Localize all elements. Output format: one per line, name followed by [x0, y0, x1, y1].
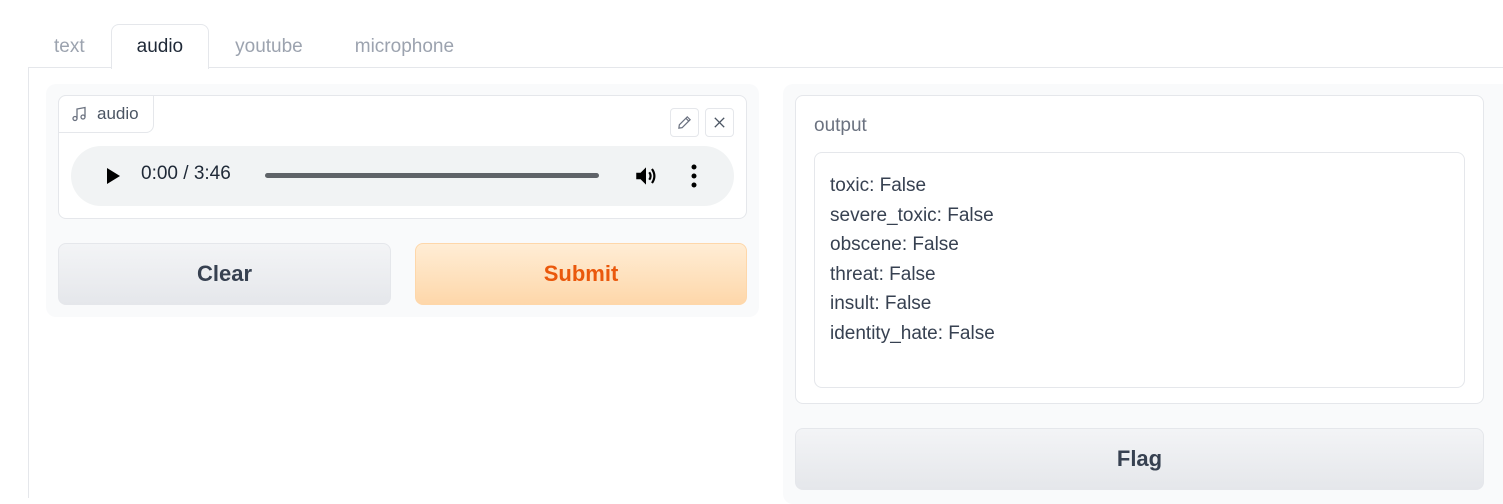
close-icon	[712, 115, 727, 130]
tab-divider	[28, 67, 1503, 68]
edit-button[interactable]	[670, 108, 699, 137]
tab-bar: text audio youtube microphone	[28, 24, 1503, 68]
audio-label-text: audio	[97, 104, 139, 124]
close-button[interactable]	[705, 108, 734, 137]
output-line-insult: insult: False	[830, 289, 1449, 319]
volume-icon[interactable]	[633, 163, 659, 189]
output-textbox[interactable]: toxic: False severe_toxic: False obscene…	[814, 152, 1465, 388]
flag-button[interactable]: Flag	[795, 428, 1484, 490]
music-note-icon	[71, 106, 87, 122]
output-line-severe-toxic: severe_toxic: False	[830, 201, 1449, 231]
audio-time: 0:00 / 3:46	[141, 163, 231, 185]
output-line-identity-hate: identity_hate: False	[830, 319, 1449, 349]
pencil-icon	[677, 115, 692, 130]
clear-button[interactable]: Clear	[58, 243, 391, 305]
tab-text[interactable]: text	[28, 24, 111, 68]
audio-player[interactable]: 0:00 / 3:46	[71, 146, 734, 206]
audio-progress-bar[interactable]	[265, 173, 599, 178]
submit-button[interactable]: Submit	[415, 243, 747, 305]
tab-youtube[interactable]: youtube	[209, 24, 329, 68]
more-vertical-icon[interactable]	[687, 162, 701, 190]
audio-input-label: audio	[58, 95, 154, 133]
output-line-toxic: toxic: False	[830, 171, 1449, 201]
tab-audio[interactable]: audio	[111, 24, 210, 69]
output-line-obscene: obscene: False	[830, 230, 1449, 260]
play-icon[interactable]	[103, 166, 123, 186]
tab-microphone[interactable]: microphone	[329, 24, 480, 68]
output-line-threat: threat: False	[830, 260, 1449, 290]
panel-left-border	[28, 67, 29, 498]
output-label: output	[814, 115, 867, 137]
